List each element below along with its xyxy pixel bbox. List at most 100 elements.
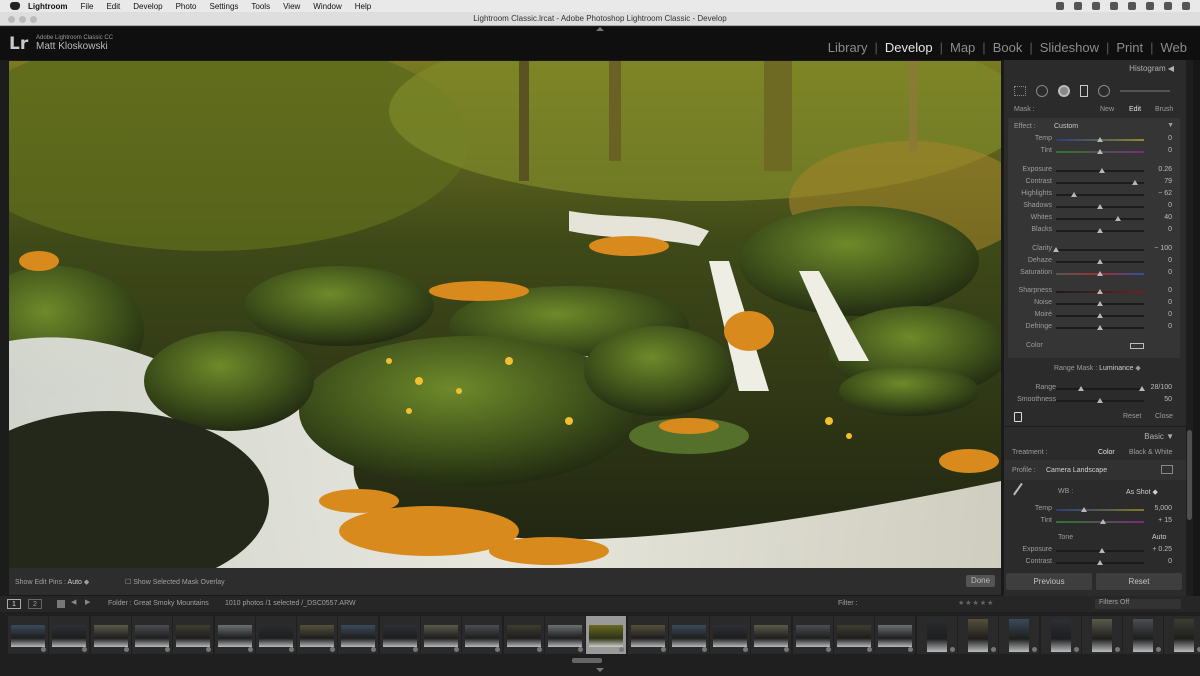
mask-shadows-knob[interactable] [1097, 204, 1103, 209]
scrollbar-thumb[interactable] [1187, 430, 1192, 520]
tone-auto-button[interactable]: Auto [1152, 534, 1166, 541]
back-icon[interactable]: ◀ [71, 598, 76, 606]
bottom-panel-toggle-icon[interactable] [596, 668, 604, 672]
module-book[interactable]: Book [986, 40, 1030, 55]
mask-saturation-knob[interactable] [1097, 271, 1103, 276]
eyedropper-icon[interactable] [1013, 482, 1031, 502]
basic-header[interactable]: Basic ▼ [1144, 432, 1174, 441]
menu-develop[interactable]: Develop [133, 2, 162, 11]
menu-help[interactable]: Help [355, 2, 371, 11]
wb-temp-knob[interactable] [1081, 507, 1088, 512]
mask-dehaze-knob[interactable] [1097, 259, 1103, 264]
mask-close-button[interactable]: Close [1155, 413, 1173, 420]
filmstrip-thumbnail[interactable] [875, 616, 916, 654]
profile-browser-icon[interactable] [1161, 465, 1173, 474]
tone-exposure-slider[interactable] [1056, 548, 1144, 553]
range-mask-select[interactable]: Luminance [1099, 365, 1133, 372]
smoothness-knob[interactable] [1097, 398, 1103, 403]
filmstrip-thumbnail[interactable] [627, 616, 668, 654]
status-icon[interactable] [1110, 2, 1118, 10]
treatment-bw[interactable]: Black & White [1129, 449, 1173, 456]
filmstrip-thumbnail[interactable] [1123, 616, 1164, 654]
mask-sharpness-slider[interactable] [1056, 289, 1144, 294]
mask-moir--slider[interactable] [1056, 313, 1144, 318]
reset-button[interactable]: Reset [1096, 573, 1182, 590]
filmstrip-thumbnail[interactable] [834, 616, 874, 654]
mask-clarity-slider[interactable] [1053, 247, 1144, 252]
filmstrip-thumbnail[interactable] [503, 616, 544, 654]
range-slider[interactable] [1056, 386, 1146, 391]
minimize-window-icon[interactable] [19, 16, 26, 23]
tone-contrast-knob[interactable] [1097, 560, 1103, 565]
filters-off-select[interactable]: Filters Off [1095, 599, 1181, 609]
filmstrip-thumbnail[interactable] [1164, 616, 1200, 654]
forward-icon[interactable]: ▶ [85, 598, 90, 606]
mask-temp-slider[interactable] [1056, 137, 1144, 142]
filmstrip-thumbnail[interactable] [255, 616, 296, 654]
filmstrip-thumbnail[interactable] [173, 616, 214, 654]
mask-whites-knob[interactable] [1114, 216, 1121, 221]
status-icon[interactable] [1092, 2, 1100, 10]
adjustment-brush-icon[interactable] [1120, 90, 1170, 92]
photo-count[interactable]: 1010 photos /1 selected /_DSC0557.ARW [225, 600, 356, 607]
menu-window[interactable]: Window [313, 2, 341, 11]
done-button[interactable]: Done [966, 575, 995, 587]
rating-filter-icon[interactable]: ★★★★★ [958, 599, 994, 607]
menu-photo[interactable]: Photo [176, 2, 197, 11]
status-icon[interactable] [1074, 2, 1082, 10]
filmstrip-thumbnail[interactable] [792, 616, 833, 654]
treatment-color[interactable]: Color [1098, 449, 1115, 456]
screen-1-button[interactable]: 1 [7, 599, 21, 609]
filmstrip-thumbnail[interactable] [90, 616, 131, 654]
mask-tint-knob[interactable] [1097, 149, 1103, 154]
close-window-icon[interactable] [8, 16, 15, 23]
profile-select[interactable]: Camera Landscape [1046, 467, 1107, 474]
mask-clarity-knob[interactable] [1053, 247, 1059, 252]
module-slideshow[interactable]: Slideshow [1033, 40, 1106, 55]
source-folder[interactable]: Folder : Great Smoky Mountains [108, 600, 209, 607]
smoothness-slider[interactable] [1056, 398, 1144, 403]
range-low-knob[interactable] [1077, 386, 1084, 391]
search-icon[interactable] [1164, 2, 1172, 10]
mask-defringe-slider[interactable] [1056, 325, 1144, 330]
histogram-header[interactable]: Histogram ◀ [1129, 64, 1174, 73]
mask-noise-knob[interactable] [1097, 301, 1103, 306]
filmstrip-thumbnail[interactable] [338, 616, 379, 654]
previous-button[interactable]: Previous [1006, 573, 1092, 590]
tone-contrast-slider[interactable] [1056, 560, 1144, 565]
red-eye-icon[interactable] [1058, 85, 1070, 97]
edit-pins-select[interactable]: Auto [68, 579, 82, 586]
filmstrip-thumbnail[interactable] [544, 616, 585, 654]
mask-saturation-slider[interactable] [1056, 271, 1144, 276]
apple-icon[interactable] [10, 2, 20, 10]
filmstrip-thumbnail[interactable] [297, 616, 338, 654]
wb-select[interactable]: As Shot ◆ [1126, 488, 1158, 496]
filmstrip-thumbnail[interactable] [462, 616, 503, 654]
wb-tint-knob[interactable] [1099, 519, 1106, 524]
mask-reset-button[interactable]: Reset [1123, 413, 1141, 420]
filmstrip-thumbnail[interactable] [957, 616, 998, 654]
filmstrip-thumbnail[interactable] [710, 616, 751, 654]
effect-collapse-icon[interactable]: ▼ [1167, 122, 1174, 129]
right-panel-scrollbar[interactable] [1186, 60, 1193, 596]
filmstrip-thumbnail[interactable] [668, 616, 709, 654]
mask-contrast-slider[interactable] [1056, 180, 1144, 185]
mask-exposure-slider[interactable] [1056, 168, 1144, 173]
mask-defringe-knob[interactable] [1097, 325, 1103, 330]
menu-file[interactable]: File [81, 2, 94, 11]
mask-exposure-knob[interactable] [1098, 168, 1105, 173]
wb-tint-slider[interactable] [1056, 519, 1144, 524]
status-icon[interactable] [1056, 2, 1064, 10]
mask-highlights-knob[interactable] [1070, 192, 1077, 197]
mask-sharpness-knob[interactable] [1097, 289, 1103, 294]
mask-tint-slider[interactable] [1056, 149, 1144, 154]
mask-highlights-slider[interactable] [1056, 192, 1144, 197]
effect-select[interactable]: Custom [1054, 123, 1078, 130]
color-swatch-icon[interactable] [1130, 343, 1144, 349]
battery-icon[interactable] [1146, 2, 1154, 10]
filmstrip-thumbnail[interactable] [131, 616, 172, 654]
menu-list-icon[interactable] [1182, 2, 1190, 10]
mask-temp-knob[interactable] [1097, 137, 1103, 142]
wb-temp-slider[interactable] [1056, 507, 1144, 512]
wifi-icon[interactable] [1128, 2, 1136, 10]
